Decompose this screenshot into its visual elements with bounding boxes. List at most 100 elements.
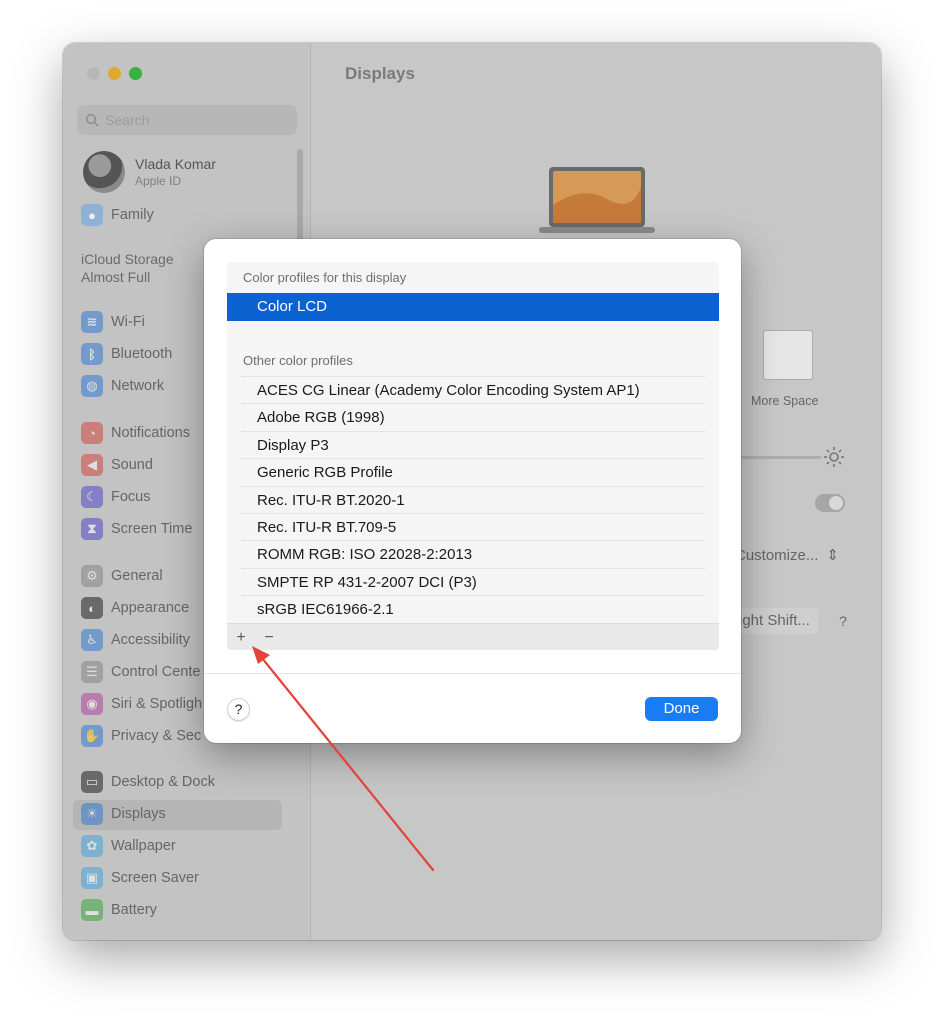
sidebar-item-privacy-sec[interactable]: ✋ Privacy & Sec xyxy=(81,723,201,749)
sidebar-item-label: Screen Time xyxy=(111,521,193,537)
sidebar-item-label: Battery xyxy=(111,902,157,918)
bluetooth-icon: ᛒ xyxy=(81,343,103,365)
color-profiles-list: Color profiles for this display Color LC… xyxy=(227,262,719,650)
hand-icon: ✋ xyxy=(81,725,103,747)
more-space-label: More Space xyxy=(751,394,819,408)
sidebar-item-label: Desktop & Dock xyxy=(111,774,215,790)
sidebar-item-label: Privacy & Sec xyxy=(111,728,202,744)
color-profile-select[interactable]: Customize... ⇕ xyxy=(735,546,839,565)
sidebar-item-screen-saver[interactable]: ▣ Screen Saver xyxy=(81,865,199,891)
sidebar-item-wi-fi[interactable]: ≋ Wi-Fi xyxy=(81,309,145,335)
brightness-slider[interactable] xyxy=(741,456,821,459)
profile-row[interactable]: Rec. ITU-R BT.709-5 xyxy=(257,514,705,541)
sidebar-item-notifications[interactable]: ◔ Notifications xyxy=(81,420,190,446)
profile-name: Vlada Komar xyxy=(135,156,216,172)
sidebar-item-wallpaper[interactable]: ✿ Wallpaper xyxy=(81,833,176,859)
sidebar-item-label: Wi-Fi xyxy=(111,314,145,330)
chevron-updown-icon: ⇕ xyxy=(826,547,839,564)
brightness-sun-icon xyxy=(824,447,844,467)
sidebar-item-label: Family xyxy=(111,207,154,223)
remove-profile-button[interactable]: − xyxy=(255,624,283,651)
battery-icon: ▬ xyxy=(81,899,103,921)
window-controls xyxy=(87,67,142,80)
sidebar-item-label: Notifications xyxy=(111,425,190,441)
bell-icon: ◔ xyxy=(81,422,103,444)
other-profiles-header: Other color profiles xyxy=(243,353,353,368)
profile-row[interactable]: Generic RGB Profile xyxy=(257,459,705,486)
auto-brightness-toggle[interactable] xyxy=(815,494,845,512)
sidebar-item-desktop-dock[interactable]: ▭ Desktop & Dock xyxy=(81,769,215,795)
sidebar-item-accessibility[interactable]: ♿ Accessibility xyxy=(81,627,190,653)
dock-icon: ▭ xyxy=(81,771,103,793)
speaker-icon: ◀ xyxy=(81,454,103,476)
minimize-window-button[interactable] xyxy=(108,67,121,80)
sidebar-item-focus[interactable]: ☾ Focus xyxy=(81,484,151,510)
add-profile-button[interactable]: + xyxy=(227,624,255,651)
dialog-divider xyxy=(204,673,741,674)
profile-row[interactable]: Rec. ITU-R BT.2020-1 xyxy=(257,487,705,514)
profile-row[interactable]: Adobe RGB (1998) xyxy=(257,404,705,431)
dialog-help-button[interactable]: ? xyxy=(227,698,250,721)
icloud-line2: Almost Full xyxy=(81,269,151,285)
family-icon: ● xyxy=(81,204,103,226)
profile-row[interactable]: Display P3 xyxy=(257,432,705,459)
sidebar-item-screen-time[interactable]: ⧗ Screen Time xyxy=(81,516,192,542)
sidebar-item-label: Sound xyxy=(111,457,153,473)
profile-row[interactable]: SMPTE RP 431-2-2007 DCI (P3) xyxy=(257,569,705,596)
profile-row[interactable]: sRGB IEC61966-2.1 xyxy=(257,596,705,623)
profile-row-selected[interactable]: Color LCD xyxy=(227,293,719,321)
sidebar-item-label: Accessibility xyxy=(111,632,190,648)
globe-icon: ◍ xyxy=(81,375,103,397)
this-display-header: Color profiles for this display xyxy=(243,270,407,285)
sidebar-item-label: Wallpaper xyxy=(111,838,176,854)
screensaver-icon: ▣ xyxy=(81,867,103,889)
sidebar-item-label: Focus xyxy=(111,489,151,505)
icloud-line1: iCloud Storage xyxy=(81,251,174,267)
control-center-icon: ☰ xyxy=(81,661,103,683)
hourglass-icon: ⧗ xyxy=(81,518,103,540)
appearance-icon: ◐ xyxy=(81,597,103,619)
profile-subtitle: Apple ID xyxy=(135,174,182,188)
avatar xyxy=(83,151,125,193)
siri-icon: ◉ xyxy=(81,693,103,715)
accessibility-icon: ♿ xyxy=(81,629,103,651)
search-icon xyxy=(85,113,99,127)
search-placeholder: Search xyxy=(105,112,150,128)
sidebar-item-sound[interactable]: ◀ Sound xyxy=(81,452,153,478)
night-shift-button[interactable]: ight Shift... xyxy=(735,608,818,634)
sidebar-item-battery[interactable]: ▬ Battery xyxy=(81,897,157,923)
sidebar-item-displays[interactable]: ☀ Displays xyxy=(81,801,166,827)
icloud-storage-warning[interactable]: iCloud Storage Almost Full xyxy=(81,250,174,286)
sidebar-item-appearance[interactable]: ◐ Appearance xyxy=(81,595,189,621)
zoom-window-button[interactable] xyxy=(129,67,142,80)
laptop-display-icon[interactable] xyxy=(537,165,657,237)
sidebar-item-label: Displays xyxy=(111,806,166,822)
sidebar-item-label: Network xyxy=(111,378,165,394)
sidebar-item-control-cente[interactable]: ☰ Control Cente xyxy=(81,659,200,685)
sidebar-item-family[interactable]: ● Family xyxy=(81,202,154,228)
sidebar-item-label: General xyxy=(111,568,163,584)
sidebar-item-network[interactable]: ◍ Network xyxy=(81,373,164,399)
sidebar-item-label: Screen Saver xyxy=(111,870,199,886)
list-footer-bar: + − xyxy=(227,623,719,650)
done-button[interactable]: Done xyxy=(645,697,718,721)
wallpaper-icon: ✿ xyxy=(81,835,103,857)
sidebar-item-label: Bluetooth xyxy=(111,346,173,362)
page-title: Displays xyxy=(345,64,415,83)
gear-icon: ⚙ xyxy=(81,565,103,587)
profile-row[interactable]: ROMM RGB: ISO 22028-2:2013 xyxy=(257,541,705,568)
color-profile-select-label: Customize... xyxy=(735,546,819,564)
close-window-button[interactable] xyxy=(87,67,100,80)
sidebar-item-bluetooth[interactable]: ᛒ Bluetooth xyxy=(81,341,172,367)
more-space-thumbnail[interactable] xyxy=(763,330,813,380)
main-help-button[interactable]: ? xyxy=(832,610,854,632)
sidebar-item-general[interactable]: ⚙ General xyxy=(81,563,163,589)
search-input[interactable]: Search xyxy=(77,105,297,135)
sidebar-item-label: Control Cente xyxy=(111,664,201,680)
apple-id-profile[interactable]: Vlada Komar Apple ID xyxy=(83,151,216,193)
moon-icon: ☾ xyxy=(81,486,103,508)
sun-icon: ☀ xyxy=(81,803,103,825)
sidebar-item-siri-spotligh[interactable]: ◉ Siri & Spotligh xyxy=(81,691,202,717)
color-profiles-dialog: Color profiles for this display Color LC… xyxy=(204,239,741,743)
profile-row[interactable]: ACES CG Linear (Academy Color Encoding S… xyxy=(257,377,705,404)
